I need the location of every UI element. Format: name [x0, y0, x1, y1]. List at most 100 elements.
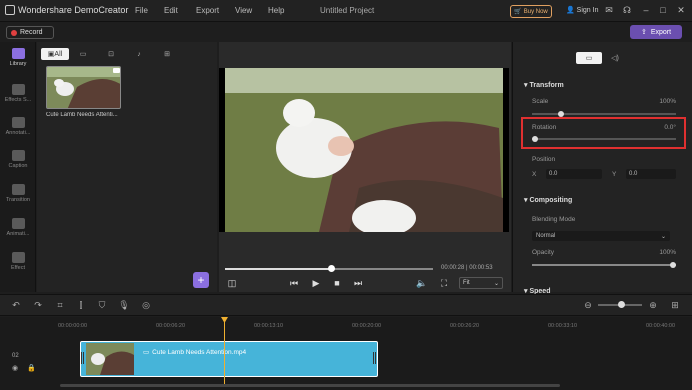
redo-icon[interactable]: ↷ — [32, 300, 44, 311]
compositing-section[interactable]: ▾ Compositing — [524, 196, 572, 204]
previous-frame-icon[interactable]: ⏮ — [288, 278, 300, 289]
snapshot-icon[interactable]: ◫ — [226, 278, 238, 289]
clip-right-trim-handle[interactable] — [373, 352, 376, 364]
menu-file[interactable]: File — [135, 6, 148, 15]
tab-audio[interactable]: ♪ — [125, 48, 153, 60]
add-media-button[interactable]: + — [193, 272, 209, 288]
mail-icon[interactable]: ✉ — [603, 4, 615, 16]
zoom-out-icon[interactable]: ⊖ — [582, 300, 594, 311]
blending-mode-select[interactable]: Normal ⌄ — [532, 231, 670, 241]
x-label: X — [532, 171, 537, 178]
menu-view[interactable]: View — [235, 6, 252, 15]
chevron-down-icon: ⌄ — [493, 280, 499, 287]
menu-export[interactable]: Export — [196, 6, 219, 15]
ruler-tick: 00:00:40:00 — [646, 323, 676, 329]
minimize-icon[interactable]: – — [640, 4, 652, 16]
tab-video-properties[interactable]: ▭ — [576, 52, 602, 64]
media-thumbnail[interactable] — [46, 66, 121, 109]
nav-transition[interactable]: Transition — [0, 184, 36, 214]
menu-edit[interactable]: Edit — [164, 6, 178, 15]
volume-icon[interactable]: 🔈 — [416, 278, 428, 289]
position-x-input[interactable]: 0.0 — [546, 169, 602, 179]
record-button[interactable]: Record — [6, 26, 54, 39]
sign-in-link[interactable]: 👤 Sign In — [566, 6, 598, 14]
lock-icon[interactable]: 🔒 — [27, 364, 36, 372]
timeline-zoom-handle[interactable] — [618, 301, 625, 308]
upload-icon: ⇪ — [640, 29, 647, 36]
stop-icon[interactable]: ■ — [331, 278, 343, 288]
speaker-icon: ◁) — [611, 55, 619, 62]
zoom-in-icon[interactable]: ⊕ — [647, 300, 659, 311]
rotation-value[interactable]: 0.0° — [640, 124, 676, 131]
transform-section[interactable]: ▾ Transform — [524, 81, 564, 89]
music-icon: ♪ — [137, 50, 141, 58]
tab-all[interactable]: ▣ All — [41, 48, 69, 60]
speed-icon[interactable]: ◎ — [140, 300, 152, 311]
maximize-icon[interactable]: □ — [657, 4, 669, 16]
shield-icon[interactable]: ⛉ — [96, 300, 108, 311]
nav-label: Effects S... — [4, 97, 32, 103]
video-preview[interactable] — [219, 68, 509, 232]
ruler-tick: 00:00:00:00 — [58, 323, 88, 329]
media-tabs: ▣ All ▭ ⊡ ♪ ⊞ — [41, 48, 213, 60]
opacity-slider[interactable] — [532, 264, 676, 266]
rotation-slider-handle[interactable] — [532, 136, 538, 142]
scrub-progress — [225, 268, 332, 270]
close-icon[interactable]: ✕ — [675, 4, 687, 16]
app-logo-icon — [5, 5, 15, 15]
undo-icon[interactable]: ↶ — [10, 300, 22, 311]
export-button[interactable]: ⇪ Export — [630, 25, 682, 39]
nav-label: Effect — [11, 265, 25, 271]
blending-mode-value: Normal — [536, 233, 556, 239]
nav-annotation[interactable]: Annotati... — [0, 117, 36, 147]
effects-icon — [11, 84, 25, 95]
timeline-scrollbar[interactable] — [60, 384, 560, 387]
scale-slider[interactable] — [532, 113, 676, 115]
menu-help[interactable]: Help — [268, 6, 284, 15]
buy-now-button[interactable]: 🛒 Buy Now — [510, 5, 552, 18]
clip-left-trim-handle[interactable] — [81, 352, 84, 364]
tab-all-label: All — [54, 50, 63, 58]
ruler-tick: 00:00:13:10 — [254, 323, 284, 329]
eye-icon[interactable]: ◉ — [12, 364, 18, 372]
sign-in-label: Sign In — [576, 7, 599, 14]
ruler-tick: 00:00:26:20 — [450, 323, 480, 329]
properties-tabs: ▭ ◁) — [576, 52, 628, 64]
nav-effect[interactable]: Effect — [0, 252, 36, 282]
headset-icon[interactable]: ☊ — [621, 4, 633, 16]
video-icon: ▭ — [79, 51, 87, 58]
playhead[interactable] — [224, 318, 225, 386]
microphone-icon[interactable]: 🎙 — [118, 300, 130, 311]
nav-animation[interactable]: Animati... — [0, 218, 36, 248]
opacity-slider-handle[interactable] — [670, 262, 676, 268]
nav-effects[interactable]: Effects S... — [0, 84, 36, 114]
timecode: 00:00:28 | 00:00:53 — [441, 265, 493, 271]
fit-label: Fit — [463, 280, 470, 286]
fullscreen-icon[interactable]: ⛶ — [438, 278, 450, 289]
image-icon: ⊡ — [108, 51, 114, 58]
video-camera-icon: ▭ — [585, 55, 593, 62]
split-icon[interactable]: ⫿ — [75, 300, 87, 311]
fit-timeline-icon[interactable]: ⊞ — [669, 300, 681, 311]
nav-library[interactable]: Library — [0, 48, 36, 78]
next-frame-icon[interactable]: ⏭ — [352, 278, 364, 289]
clip-thumbnail-image — [86, 343, 134, 375]
rotation-slider[interactable] — [532, 138, 676, 140]
crop-icon[interactable]: ⌗ — [54, 300, 66, 311]
tab-image[interactable]: ⊡ — [97, 48, 125, 60]
media-item-label: Cute Lamb Needs Attenti... — [46, 112, 118, 118]
tab-audio-properties[interactable]: ◁) — [602, 52, 628, 64]
tab-video[interactable]: ▭ — [69, 48, 97, 60]
opacity-label: Opacity — [532, 249, 555, 256]
nav-caption[interactable]: Caption — [0, 150, 36, 180]
folder-icon — [11, 48, 25, 59]
ruler-tick: 00:00:33:10 — [548, 323, 578, 329]
scale-value: 100% — [659, 98, 676, 105]
play-icon[interactable]: ▶ — [310, 278, 322, 289]
position-label: Position — [532, 156, 556, 163]
tab-other[interactable]: ⊞ — [153, 48, 181, 60]
zoom-fit-select[interactable]: Fit ⌄ — [459, 277, 503, 289]
transition-icon — [11, 184, 25, 195]
position-y-input[interactable]: 0.0 — [626, 169, 676, 179]
rotation-highlight-box — [521, 117, 686, 149]
